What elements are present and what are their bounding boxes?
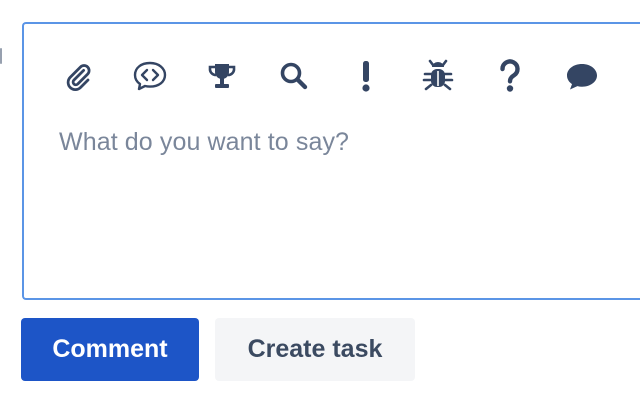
create-task-button[interactable]: Create task: [215, 318, 415, 381]
speech-bubble-icon: [567, 64, 597, 90]
question-icon: [500, 59, 520, 92]
exclamation-icon: [362, 61, 370, 92]
question-button[interactable]: [490, 54, 530, 98]
important-button[interactable]: [346, 54, 386, 98]
search-icon: [280, 62, 308, 90]
comment-editor[interactable]: What do you want to say?: [22, 22, 640, 300]
code-button[interactable]: [130, 54, 170, 98]
editor-toolbar: [24, 54, 640, 98]
search-button[interactable]: [274, 54, 314, 98]
left-edge-marker: [0, 48, 2, 64]
paperclip-icon: [66, 64, 91, 91]
more-button[interactable]: [632, 54, 640, 98]
attach-button[interactable]: [58, 54, 98, 98]
bug-button[interactable]: [418, 54, 458, 98]
trophy-icon: [208, 64, 236, 88]
code-bubble-icon: [133, 61, 167, 91]
comment-button[interactable]: Comment: [21, 318, 199, 381]
editor-placeholder: What do you want to say?: [59, 128, 350, 156]
achievement-button[interactable]: [202, 54, 242, 98]
bug-icon: [422, 59, 454, 91]
comment-bubble-button[interactable]: [562, 54, 602, 98]
